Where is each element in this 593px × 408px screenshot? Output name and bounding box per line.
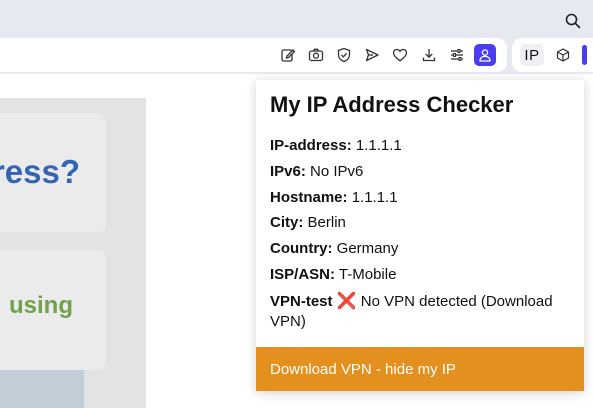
ip-address-row: IP-address: 1.1.1.1 [270, 136, 570, 156]
row-label: IP-address: [270, 137, 352, 154]
row-value: Berlin [307, 214, 346, 231]
image-placeholder [0, 370, 84, 408]
ip-checker-popup: My IP Address Checker IP-address: 1.1.1.… [256, 80, 584, 391]
row-value: Germany [336, 240, 399, 257]
send-icon[interactable] [361, 44, 383, 66]
row-value: No IPv6 [310, 163, 364, 180]
city-row: City: Berlin [270, 213, 570, 233]
camera-icon[interactable] [305, 44, 327, 66]
sliders-icon[interactable] [446, 44, 468, 66]
hostname-row: Hostname: 1.1.1.1 [270, 188, 570, 208]
ipv6-row: IPv6: No IPv6 [270, 162, 570, 182]
profile-button[interactable] [474, 44, 496, 66]
subheadline-text: using [9, 292, 73, 319]
row-value: T-Mobile [338, 266, 397, 283]
vpn-test-row: VPN-test ❌ No VPN detected (Download VPN… [270, 292, 570, 332]
row-value: 1.1.1.1 [355, 137, 402, 154]
country-row: Country: Germany [270, 239, 570, 259]
row-label: Hostname: [270, 189, 348, 206]
download-vpn-button[interactable]: Download VPN - hide my IP [256, 347, 584, 391]
sidebar-accent-bar [582, 45, 587, 65]
isp-row: ISP/ASN: T-Mobile [270, 265, 570, 285]
headline-text: ress? [0, 153, 80, 190]
shield-icon[interactable] [333, 44, 355, 66]
row-label: Country: [270, 240, 333, 257]
subheadline-card: using [0, 250, 106, 370]
extensions-group: IP [512, 38, 593, 72]
ip-extension-button[interactable]: IP [520, 44, 544, 66]
cross-icon: ❌ [336, 293, 357, 310]
browser-toolbar: IP [0, 38, 593, 74]
address-bar[interactable] [0, 38, 507, 72]
popup-title: My IP Address Checker [270, 92, 514, 117]
heart-icon[interactable] [389, 44, 411, 66]
search-icon[interactable] [562, 10, 584, 32]
cube-icon[interactable] [552, 44, 574, 66]
window-top-strip [0, 0, 593, 38]
headline-card: ress? [0, 113, 106, 232]
profile-icon [479, 49, 491, 62]
download-icon[interactable] [418, 44, 440, 66]
row-label: VPN-test [270, 293, 333, 310]
row-label: City: [270, 214, 304, 231]
edit-icon[interactable] [277, 44, 299, 66]
row-value: 1.1.1.1 [351, 189, 398, 206]
row-label: ISP/ASN: [270, 266, 336, 283]
row-label: IPv6: [270, 163, 306, 180]
